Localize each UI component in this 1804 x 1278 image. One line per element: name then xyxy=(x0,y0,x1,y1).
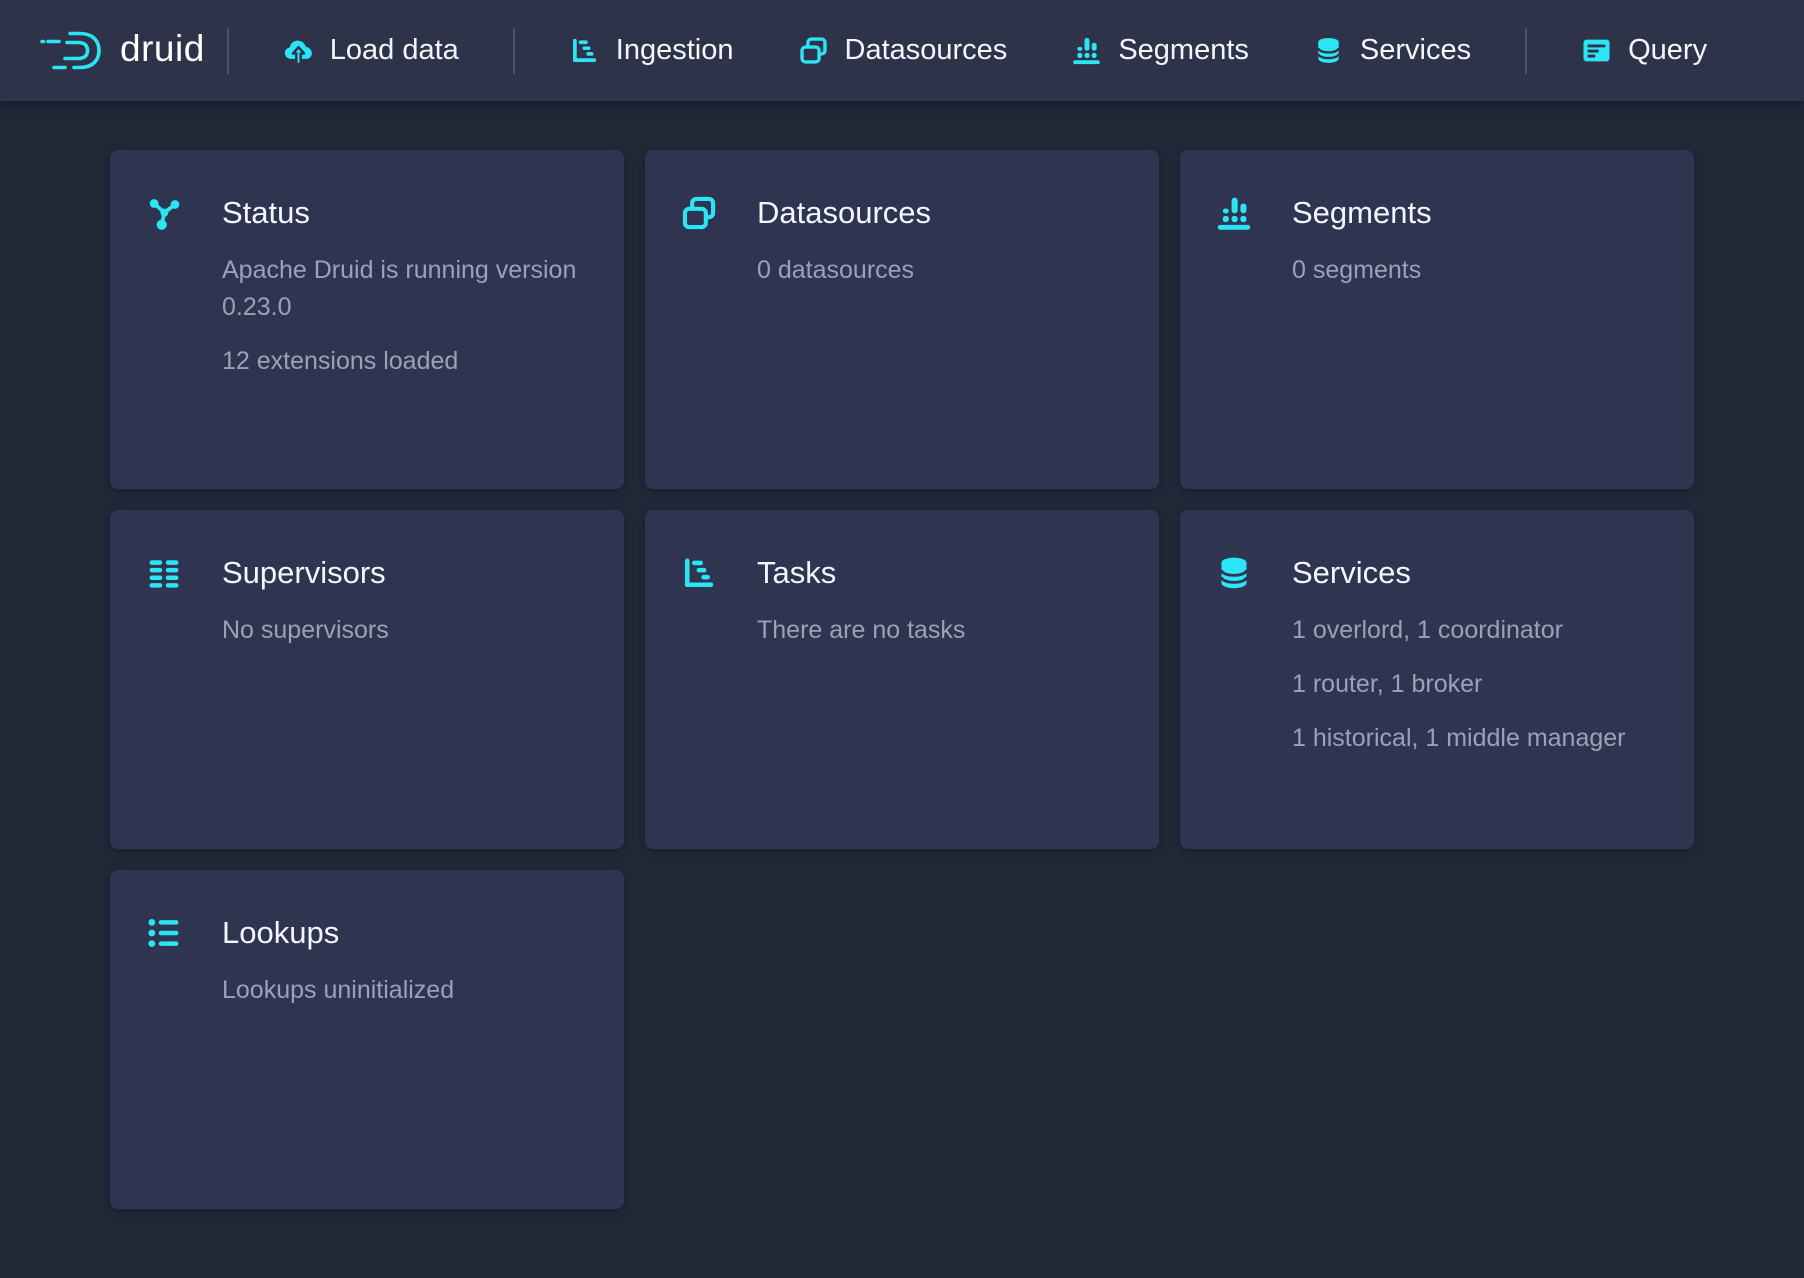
nav-item-label: Services xyxy=(1360,34,1471,67)
gantt-chart-icon xyxy=(680,554,718,592)
brand-wordmark: druid xyxy=(120,30,205,71)
nav-item-query[interactable]: Query xyxy=(1549,20,1739,81)
segments-bar-chart-icon xyxy=(1071,35,1102,66)
card-line: There are no tasks xyxy=(757,612,1124,649)
card-line: 0 segments xyxy=(1292,252,1659,289)
console-icon xyxy=(1581,35,1612,66)
card-title: Services xyxy=(1292,554,1411,592)
segments-bar-chart-icon xyxy=(1215,194,1253,232)
top-navigation-bar: druid Load data Ingestion Datasources xyxy=(0,0,1804,101)
nav-item-label: Query xyxy=(1628,34,1707,67)
card-line: 12 extensions loaded xyxy=(222,343,589,380)
multi-select-icon xyxy=(680,194,718,232)
card-lookups[interactable]: Lookups Lookups uninitialized xyxy=(110,870,624,1209)
card-title: Datasources xyxy=(757,194,931,232)
nav-divider xyxy=(1525,28,1527,74)
druid-logo-icon xyxy=(40,29,104,73)
card-line: No supervisors xyxy=(222,612,589,649)
card-supervisors[interactable]: Supervisors No supervisors xyxy=(110,510,624,849)
card-datasources[interactable]: Datasources 0 datasources xyxy=(645,150,1159,489)
card-title: Segments xyxy=(1292,194,1432,232)
card-line: 1 router, 1 broker xyxy=(1292,666,1659,703)
card-tasks[interactable]: Tasks There are no tasks xyxy=(645,510,1159,849)
card-line: 0 datasources xyxy=(757,252,1124,289)
card-line: 1 historical, 1 middle manager xyxy=(1292,720,1659,757)
list-columns-icon xyxy=(145,554,183,592)
nav-item-datasources[interactable]: Datasources xyxy=(766,20,1040,81)
card-line: Lookups uninitialized xyxy=(222,972,589,1009)
nav-item-services[interactable]: Services xyxy=(1281,20,1503,81)
nav-item-label: Segments xyxy=(1118,34,1249,67)
nav-divider xyxy=(513,28,515,74)
card-title: Tasks xyxy=(757,554,836,592)
card-services[interactable]: Services 1 overlord, 1 coordinator 1 rou… xyxy=(1180,510,1694,849)
multi-select-icon xyxy=(798,35,829,66)
nav-divider xyxy=(227,28,229,74)
graph-icon xyxy=(145,194,183,232)
card-segments[interactable]: Segments 0 segments xyxy=(1180,150,1694,489)
nav-item-segments[interactable]: Segments xyxy=(1039,20,1281,81)
gantt-chart-icon xyxy=(569,35,600,66)
status-cards-grid: Status Apache Druid is running version 0… xyxy=(110,150,1694,1209)
properties-list-icon xyxy=(145,914,183,952)
nav-item-label: Ingestion xyxy=(616,34,734,67)
brand-home-link[interactable]: druid xyxy=(40,29,205,73)
database-icon xyxy=(1313,35,1344,66)
nav-item-load-data[interactable]: Load data xyxy=(251,20,491,81)
home-view: Status Apache Druid is running version 0… xyxy=(0,101,1804,1209)
nav-item-ingestion[interactable]: Ingestion xyxy=(537,20,766,81)
nav-item-label: Datasources xyxy=(845,34,1008,67)
database-icon xyxy=(1215,554,1253,592)
nav-item-label: Load data xyxy=(330,34,459,67)
nav-items: Load data Ingestion Datasources Segments xyxy=(251,20,1739,81)
cloud-upload-icon xyxy=(283,35,314,66)
card-line: Apache Druid is running version 0.23.0 xyxy=(222,252,589,326)
card-title: Status xyxy=(222,194,310,232)
card-title: Lookups xyxy=(222,914,339,952)
card-title: Supervisors xyxy=(222,554,386,592)
card-status[interactable]: Status Apache Druid is running version 0… xyxy=(110,150,624,489)
card-line: 1 overlord, 1 coordinator xyxy=(1292,612,1659,649)
